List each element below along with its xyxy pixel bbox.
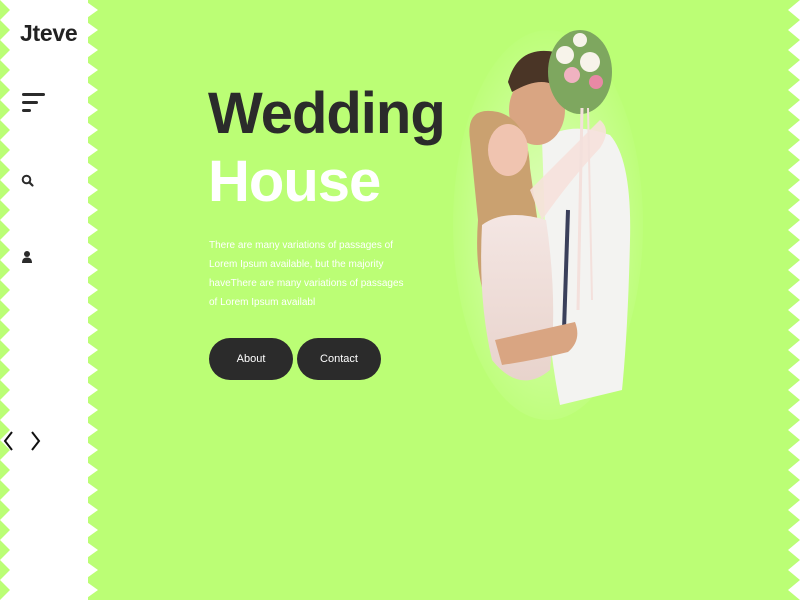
zigzag-border-sidebar <box>84 0 98 600</box>
user-icon[interactable] <box>21 250 33 264</box>
zigzag-border-right <box>788 0 800 600</box>
hero-title-line2: House <box>208 149 381 214</box>
hero-description: There are many variations of passages of… <box>209 240 404 308</box>
zigzag-border-left <box>0 0 10 600</box>
contact-button[interactable]: Contact <box>297 338 381 380</box>
chevron-right-icon[interactable] <box>28 430 42 452</box>
couple-photo <box>453 30 643 420</box>
sidebar <box>0 0 88 600</box>
chevron-left-icon[interactable] <box>2 430 16 452</box>
brand-logo[interactable]: Jteve <box>20 20 78 47</box>
about-button[interactable]: About <box>209 338 293 380</box>
search-icon[interactable] <box>21 174 35 188</box>
hero-title-line1: Wedding <box>208 81 446 146</box>
hamburger-menu-icon[interactable] <box>22 93 46 115</box>
